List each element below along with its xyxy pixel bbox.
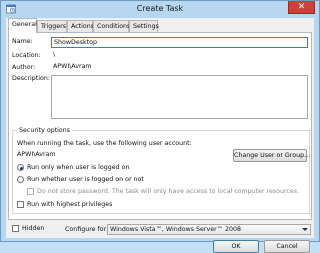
radio-run-logged-on[interactable] — [17, 164, 24, 171]
account-prompt: When running the task, use the following… — [17, 140, 192, 147]
titlebar[interactable]: Create Task ✕ — [1, 1, 319, 18]
tab-conditions[interactable]: Conditions — [93, 20, 130, 32]
dialog-client: General Triggers Actions Conditions Sett… — [6, 18, 314, 253]
close-button[interactable]: ✕ — [288, 1, 315, 14]
configure-for-select[interactable]: Windows Vista™, Windows Server™ 2008 — [107, 224, 311, 235]
configure-for-value: Windows Vista™, Windows Server™ 2008 — [110, 226, 242, 233]
name-label: Name: — [12, 38, 33, 45]
no-store-password-checkbox[interactable] — [27, 188, 34, 195]
close-icon: ✕ — [297, 2, 306, 12]
tab-general[interactable]: General — [8, 18, 37, 33]
radio-run-any-label[interactable]: Run whether user is logged on or not — [27, 176, 144, 183]
highest-privileges-label[interactable]: Run with highest privileges — [27, 201, 112, 208]
radio-run-any[interactable] — [17, 176, 24, 183]
no-store-password-label: Do not store password. The task will onl… — [37, 188, 300, 195]
author-label: Author: — [12, 64, 36, 71]
radio-run-logged-on-label[interactable]: Run only when user is logged on — [27, 164, 129, 171]
name-input[interactable]: ShowDesktop — [51, 37, 308, 48]
change-user-button[interactable]: Change User or Group... — [233, 149, 310, 162]
location-label: Location: — [12, 52, 41, 59]
tab-triggers[interactable]: Triggers — [37, 20, 67, 32]
window-title: Create Task — [136, 4, 184, 13]
hidden-checkbox[interactable] — [12, 225, 19, 232]
create-task-window: Create Task ✕ General Triggers Actions C… — [0, 0, 320, 253]
configure-for-label: Configure for: — [65, 226, 109, 233]
tab-actions[interactable]: Actions — [67, 20, 94, 32]
author-value: APWI\Avram — [53, 63, 92, 70]
description-label: Description: — [12, 75, 50, 82]
chevron-down-icon — [302, 228, 308, 231]
security-options-title: Security options — [17, 127, 73, 134]
highest-privileges-checkbox[interactable] — [17, 201, 24, 208]
general-panel: Name: ShowDesktop Location: \ Author: AP… — [8, 32, 312, 220]
security-options-group: Security options When running the task, … — [12, 127, 310, 214]
hidden-label[interactable]: Hidden — [22, 225, 44, 232]
tab-settings[interactable]: Settings — [129, 20, 159, 32]
account-value: APWI\Avram — [17, 151, 56, 158]
location-value: \ — [53, 51, 56, 58]
description-input[interactable] — [51, 75, 308, 119]
